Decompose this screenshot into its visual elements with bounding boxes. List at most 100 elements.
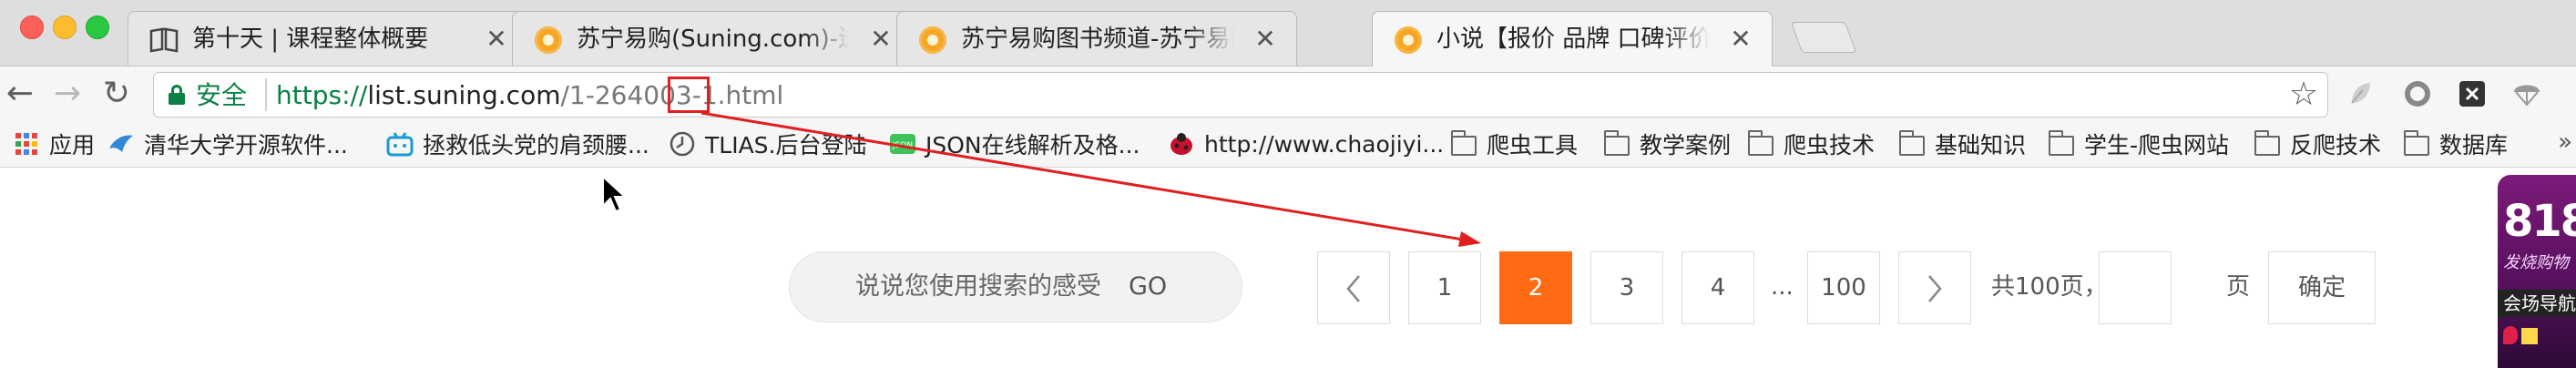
pagination-jump-input[interactable] [2099,251,2172,324]
browser-toolbar: ← → ↻ 安全 https://list.suning.com/1-26400… [0,66,2576,121]
bookmark-folder-crawler-tools[interactable]: 爬虫工具 [1450,128,1578,159]
bookmark-label: 数据库 [2439,132,2509,158]
promo-number: 818 [2503,196,2576,247]
window-close-button[interactable] [20,15,44,39]
extension-x-icon[interactable] [2456,77,2489,110]
folder-icon [1898,130,1926,158]
folder-icon [1450,130,1477,158]
pagination-ellipsis: ... [1771,273,1794,301]
chevron-right-icon [1928,274,1942,302]
bookmark-chaojiying[interactable]: http://www.chaojiyi... [1168,128,1444,159]
folder-icon [1603,130,1630,158]
tab-strip: 第十天 | 课程整体概要 ✕ 苏宁易购(Suning.com)-送货更准时 ✕ … [0,0,2576,66]
extension-parachute-icon[interactable] [2510,77,2543,110]
bookmark-label: TLIAS.后台登陆 [705,132,867,158]
tuna-bird-icon [107,130,135,158]
bookmark-folder-anti-crawler[interactable]: 反爬技术 [2254,128,2381,159]
tab-title: 苏宁易购图书频道-苏宁易购网上书城 [961,23,1234,56]
apps-grid-icon [13,130,40,158]
folder-icon [2403,130,2430,158]
bookmark-label: 爬虫工具 [1487,132,1579,158]
ladybug-icon [1168,130,1195,158]
bookmark-bilibili[interactable]: 拯救低头党的肩颈腰... [386,128,649,159]
bookmark-label: 反爬技术 [2290,132,2382,158]
suning-logo-icon [533,25,564,56]
tab-close-icon[interactable]: ✕ [866,25,895,54]
pagination-page-1[interactable]: 1 [1408,251,1481,324]
book-icon [148,25,179,56]
search-feedback-go-button[interactable]: GO [1129,252,1167,322]
bookmark-folder-basics[interactable]: 基础知识 [1898,128,2026,159]
tab-close-icon[interactable]: ✕ [1251,25,1280,54]
back-button[interactable]: ← [0,74,40,114]
bookmark-folder-crawler-tech[interactable]: 爬虫技术 [1747,128,1875,159]
tab-title: 第十天 | 课程整体概要 [192,23,465,56]
search-feedback-bar[interactable]: 说说您使用搜索的感受 GO [789,251,1242,322]
bookmarks-bar: 应用 清华大学开源软件... 拯救低头党的肩颈腰... TLIAS.后台登陆 J… [0,121,2576,168]
tab-close-icon[interactable]: ✕ [482,25,511,54]
bookmark-folder-teaching-cases[interactable]: 教学案例 [1603,128,1731,159]
tab-suning-books[interactable]: 苏宁易购图书频道-苏宁易购网上书城 ✕ [896,11,1297,66]
address-bar[interactable]: 安全 https://list.suning.com/1-264003-1.ht… [153,72,2328,118]
tab-title: 苏宁易购(Suning.com)-送货更准时 [577,23,850,56]
bookmark-label: http://www.chaojiyi... [1204,130,1445,158]
promo-818-banner[interactable]: 818 发烧购物 会场导航 [2498,175,2576,368]
json-icon: JSON [889,130,916,158]
tab-title: 小说【报价 品牌 口碑评价 测评 [1436,23,1710,56]
reload-button[interactable]: ↻ [97,74,137,114]
pagination-page-2-current[interactable]: 2 [1499,251,1572,324]
pagination-page-unit: 页 [2226,273,2251,301]
pagination-last-page[interactable]: 100 [1807,251,1880,324]
promo-decoration-icon [2521,328,2538,344]
folder-icon [2254,130,2281,158]
url-page-number-highlight [668,77,710,113]
url-divider [265,78,267,111]
secure-label: 安全 [196,80,248,110]
bookmark-label: 应用 [49,132,96,158]
tab-novel-list[interactable]: 小说【报价 品牌 口碑评价 测评 ✕ [1372,11,1773,66]
bookmark-label: JSON在线解析及格... [925,132,1140,158]
bookmark-apps[interactable]: 应用 [13,128,95,159]
url-host: list.suning.com [367,80,561,110]
bookmark-label: 清华大学开源软件... [144,132,348,158]
url-scheme: https:// [276,80,368,110]
bookmark-label: 基础知识 [1935,132,2027,158]
tab-course-overview[interactable]: 第十天 | 课程整体概要 ✕ [128,11,528,66]
bookmark-label: 教学案例 [1640,132,1732,158]
tab-suning-home[interactable]: 苏宁易购(Suning.com)-送货更准时 ✕ [512,11,913,66]
lock-icon [169,85,185,105]
bookmark-label: 爬虫技术 [1784,132,1876,158]
bookmark-folder-student-crawler-sites[interactable]: 学生-爬虫网站 [2048,128,2229,159]
pagination-next-button[interactable] [1898,251,1971,324]
bookmarks-overflow-icon[interactable]: » [2558,128,2572,156]
suning-logo-icon [1393,25,1424,56]
pagination-page-4[interactable]: 4 [1682,251,1754,324]
extension-ring-icon[interactable] [2401,77,2434,110]
clock-icon [669,130,696,158]
chevron-left-icon [1346,274,1360,302]
promo-guide-link[interactable]: 会场导航 [2498,290,2576,317]
pagination-page-3[interactable]: 3 [1590,251,1663,324]
bookmark-label: 学生-爬虫网站 [2084,132,2230,158]
location-pin-icon [2503,326,2518,344]
pagination-confirm-button[interactable]: 确定 [2268,251,2376,324]
bilibili-icon [386,130,414,158]
bookmark-json-parser[interactable]: JSON JSON在线解析及格... [889,128,1140,159]
forward-button[interactable]: → [47,74,87,114]
bookmark-label: 拯救低头党的肩颈腰... [423,132,649,158]
tab-close-icon[interactable]: ✕ [1726,25,1755,54]
page-content: 说说您使用搜索的感受 GO 1 2 3 4 ... 100 共100页，到第 页… [0,168,2576,368]
suning-logo-icon [917,25,948,56]
bookmark-tuna-mirror[interactable]: 清华大学开源软件... [107,128,348,159]
bookmark-folder-database[interactable]: 数据库 [2403,128,2508,159]
pagination-prev-button[interactable] [1317,251,1390,324]
window-zoom-button[interactable] [86,15,109,39]
bookmark-tlias-login[interactable]: TLIAS.后台登陆 [669,128,867,159]
folder-icon [1747,130,1774,158]
search-feedback-text: 说说您使用搜索的感受 [855,272,1101,301]
bookmark-star-icon[interactable]: ☆ [2285,77,2322,113]
window-minimize-button[interactable] [53,15,77,39]
extension-feather-icon[interactable] [2343,77,2376,110]
new-tab-button[interactable] [1790,22,1857,53]
svg-text:JSON: JSON [892,141,913,150]
